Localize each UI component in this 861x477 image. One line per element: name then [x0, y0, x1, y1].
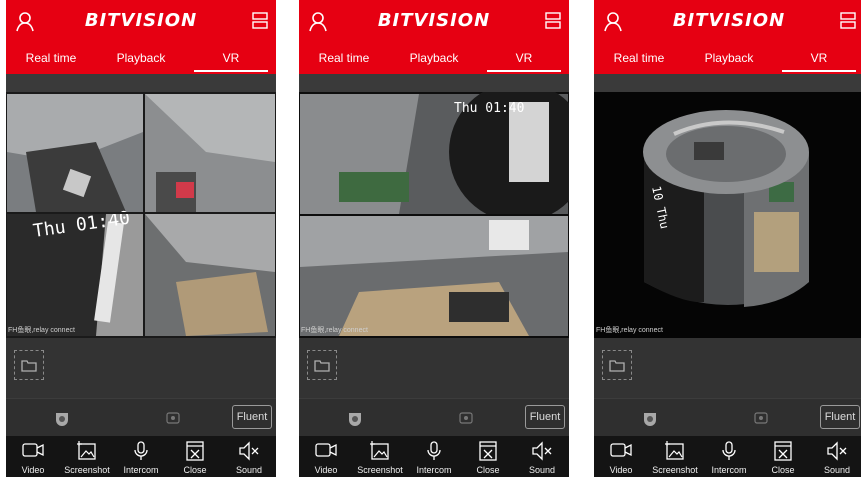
- ptz-camera-icon[interactable]: [54, 410, 70, 426]
- speaker-mute-icon: [239, 441, 259, 461]
- recording-area: [299, 338, 569, 398]
- intercom-button[interactable]: Intercom: [114, 436, 168, 477]
- screenshot-icon: [665, 441, 684, 460]
- phone-screen-1: BITVISION Real time Playback VR Thu 01:4…: [6, 0, 276, 477]
- record-icon[interactable]: [165, 410, 181, 426]
- fisheye-cylinder-video: 10 Thu: [594, 92, 861, 338]
- screenshot-button[interactable]: Screenshot: [60, 436, 114, 477]
- spacer-strip: [6, 74, 276, 92]
- sound-button[interactable]: Sound: [515, 436, 569, 477]
- video-button[interactable]: Video: [6, 436, 60, 477]
- close-icon: [479, 441, 497, 461]
- device-list-icon[interactable]: [252, 12, 268, 30]
- fisheye-dual-panorama-video: Thu 01:40: [299, 92, 569, 338]
- tab-vr[interactable]: VR: [774, 46, 861, 74]
- stream-quality-button[interactable]: Fluent: [232, 405, 272, 429]
- phone-screen-2: BITVISION Real time Playback VR Thu 01:4…: [299, 0, 569, 477]
- sound-label: Sound: [235, 465, 263, 475]
- connection-status-text: FH鱼眼,relay connect: [8, 327, 75, 334]
- microphone-icon: [427, 441, 441, 460]
- tab-vr[interactable]: VR: [186, 46, 276, 74]
- microphone-icon: [134, 441, 148, 460]
- connection-status-text: FH鱼眼,relay connect: [596, 327, 663, 334]
- intercom-button[interactable]: Intercom: [702, 436, 756, 477]
- screenshot-button[interactable]: Screenshot: [353, 436, 407, 477]
- control-row: Fluent: [299, 398, 569, 436]
- stream-quality-button[interactable]: Fluent: [820, 405, 860, 429]
- tab-real-time[interactable]: Real time: [299, 46, 389, 74]
- device-list-icon[interactable]: [545, 12, 561, 30]
- screenshot-icon: [370, 441, 389, 460]
- phone-screen-3: BITVISION Real time Playback VR 10 Thu F…: [594, 0, 861, 477]
- intercom-button[interactable]: Intercom: [407, 436, 461, 477]
- close-button[interactable]: Close: [756, 436, 810, 477]
- ptz-camera-icon[interactable]: [347, 410, 363, 426]
- screenshot-button[interactable]: Screenshot: [648, 436, 702, 477]
- spacer-strip: [299, 74, 569, 92]
- recording-area: [6, 338, 276, 398]
- stream-quality-button[interactable]: Fluent: [525, 405, 565, 429]
- close-button[interactable]: Close: [168, 436, 222, 477]
- tab-real-time[interactable]: Real time: [594, 46, 684, 74]
- brand-logo: BITVISION: [84, 10, 198, 31]
- record-icon[interactable]: [458, 410, 474, 426]
- sound-label: Sound: [823, 465, 851, 475]
- recording-area: [594, 338, 861, 398]
- video-view[interactable]: Thu 01:40 FH鱼眼,relay connect: [299, 92, 569, 338]
- tab-playback[interactable]: Playback: [96, 46, 186, 74]
- tab-bar: Real time Playback VR: [6, 46, 276, 74]
- bottom-toolbar: Video Screenshot Intercom Close Sound: [6, 436, 276, 477]
- brand-logo: BITVISION: [377, 10, 491, 31]
- svg-text:Thu 01:40: Thu 01:40: [454, 101, 524, 116]
- app-header: BITVISION Real time Playback VR: [299, 0, 569, 74]
- connection-status-text: FH鱼眼,relay connect: [301, 327, 368, 334]
- bottom-toolbar: Video Screenshot Intercom Close Sound: [299, 436, 569, 477]
- spacer-strip: [594, 74, 861, 92]
- app-header: BITVISION Real time Playback VR: [6, 0, 276, 74]
- video-view[interactable]: 10 Thu FH鱼眼,relay connect: [594, 92, 861, 338]
- record-icon[interactable]: [753, 410, 769, 426]
- video-icon: [22, 443, 44, 457]
- folder-icon: [314, 360, 330, 372]
- close-icon: [774, 441, 792, 461]
- brand-logo: BITVISION: [672, 10, 786, 31]
- video-icon: [610, 443, 632, 457]
- control-row: Fluent: [594, 398, 861, 436]
- device-list-icon[interactable]: [840, 12, 856, 30]
- folder-icon: [21, 360, 37, 372]
- close-button[interactable]: Close: [461, 436, 515, 477]
- microphone-icon: [722, 441, 736, 460]
- tab-playback[interactable]: Playback: [389, 46, 479, 74]
- speaker-mute-icon: [827, 441, 847, 461]
- ptz-camera-icon[interactable]: [642, 410, 658, 426]
- folder-button[interactable]: [307, 350, 337, 380]
- video-view[interactable]: Thu 01:40 FH鱼眼,relay connect: [6, 92, 276, 338]
- video-button[interactable]: Video: [594, 436, 648, 477]
- folder-button[interactable]: [14, 350, 44, 380]
- sound-button[interactable]: Sound: [810, 436, 861, 477]
- tab-bar: Real time Playback VR: [594, 46, 861, 74]
- video-icon: [315, 443, 337, 457]
- fisheye-quad-video: Thu 01:40: [6, 92, 276, 338]
- tab-vr[interactable]: VR: [479, 46, 569, 74]
- app-header: BITVISION Real time Playback VR: [594, 0, 861, 74]
- close-icon: [186, 441, 204, 461]
- tab-playback[interactable]: Playback: [684, 46, 774, 74]
- speaker-mute-icon: [532, 441, 552, 461]
- tab-bar: Real time Playback VR: [299, 46, 569, 74]
- screenshot-icon: [77, 441, 96, 460]
- bottom-toolbar: Video Screenshot Intercom Close Sound: [594, 436, 861, 477]
- folder-button[interactable]: [602, 350, 632, 380]
- video-button[interactable]: Video: [299, 436, 353, 477]
- control-row: Fluent: [6, 398, 276, 436]
- sound-button[interactable]: Sound: [222, 436, 276, 477]
- sound-label: Sound: [528, 465, 556, 475]
- tab-real-time[interactable]: Real time: [6, 46, 96, 74]
- folder-icon: [609, 360, 625, 372]
